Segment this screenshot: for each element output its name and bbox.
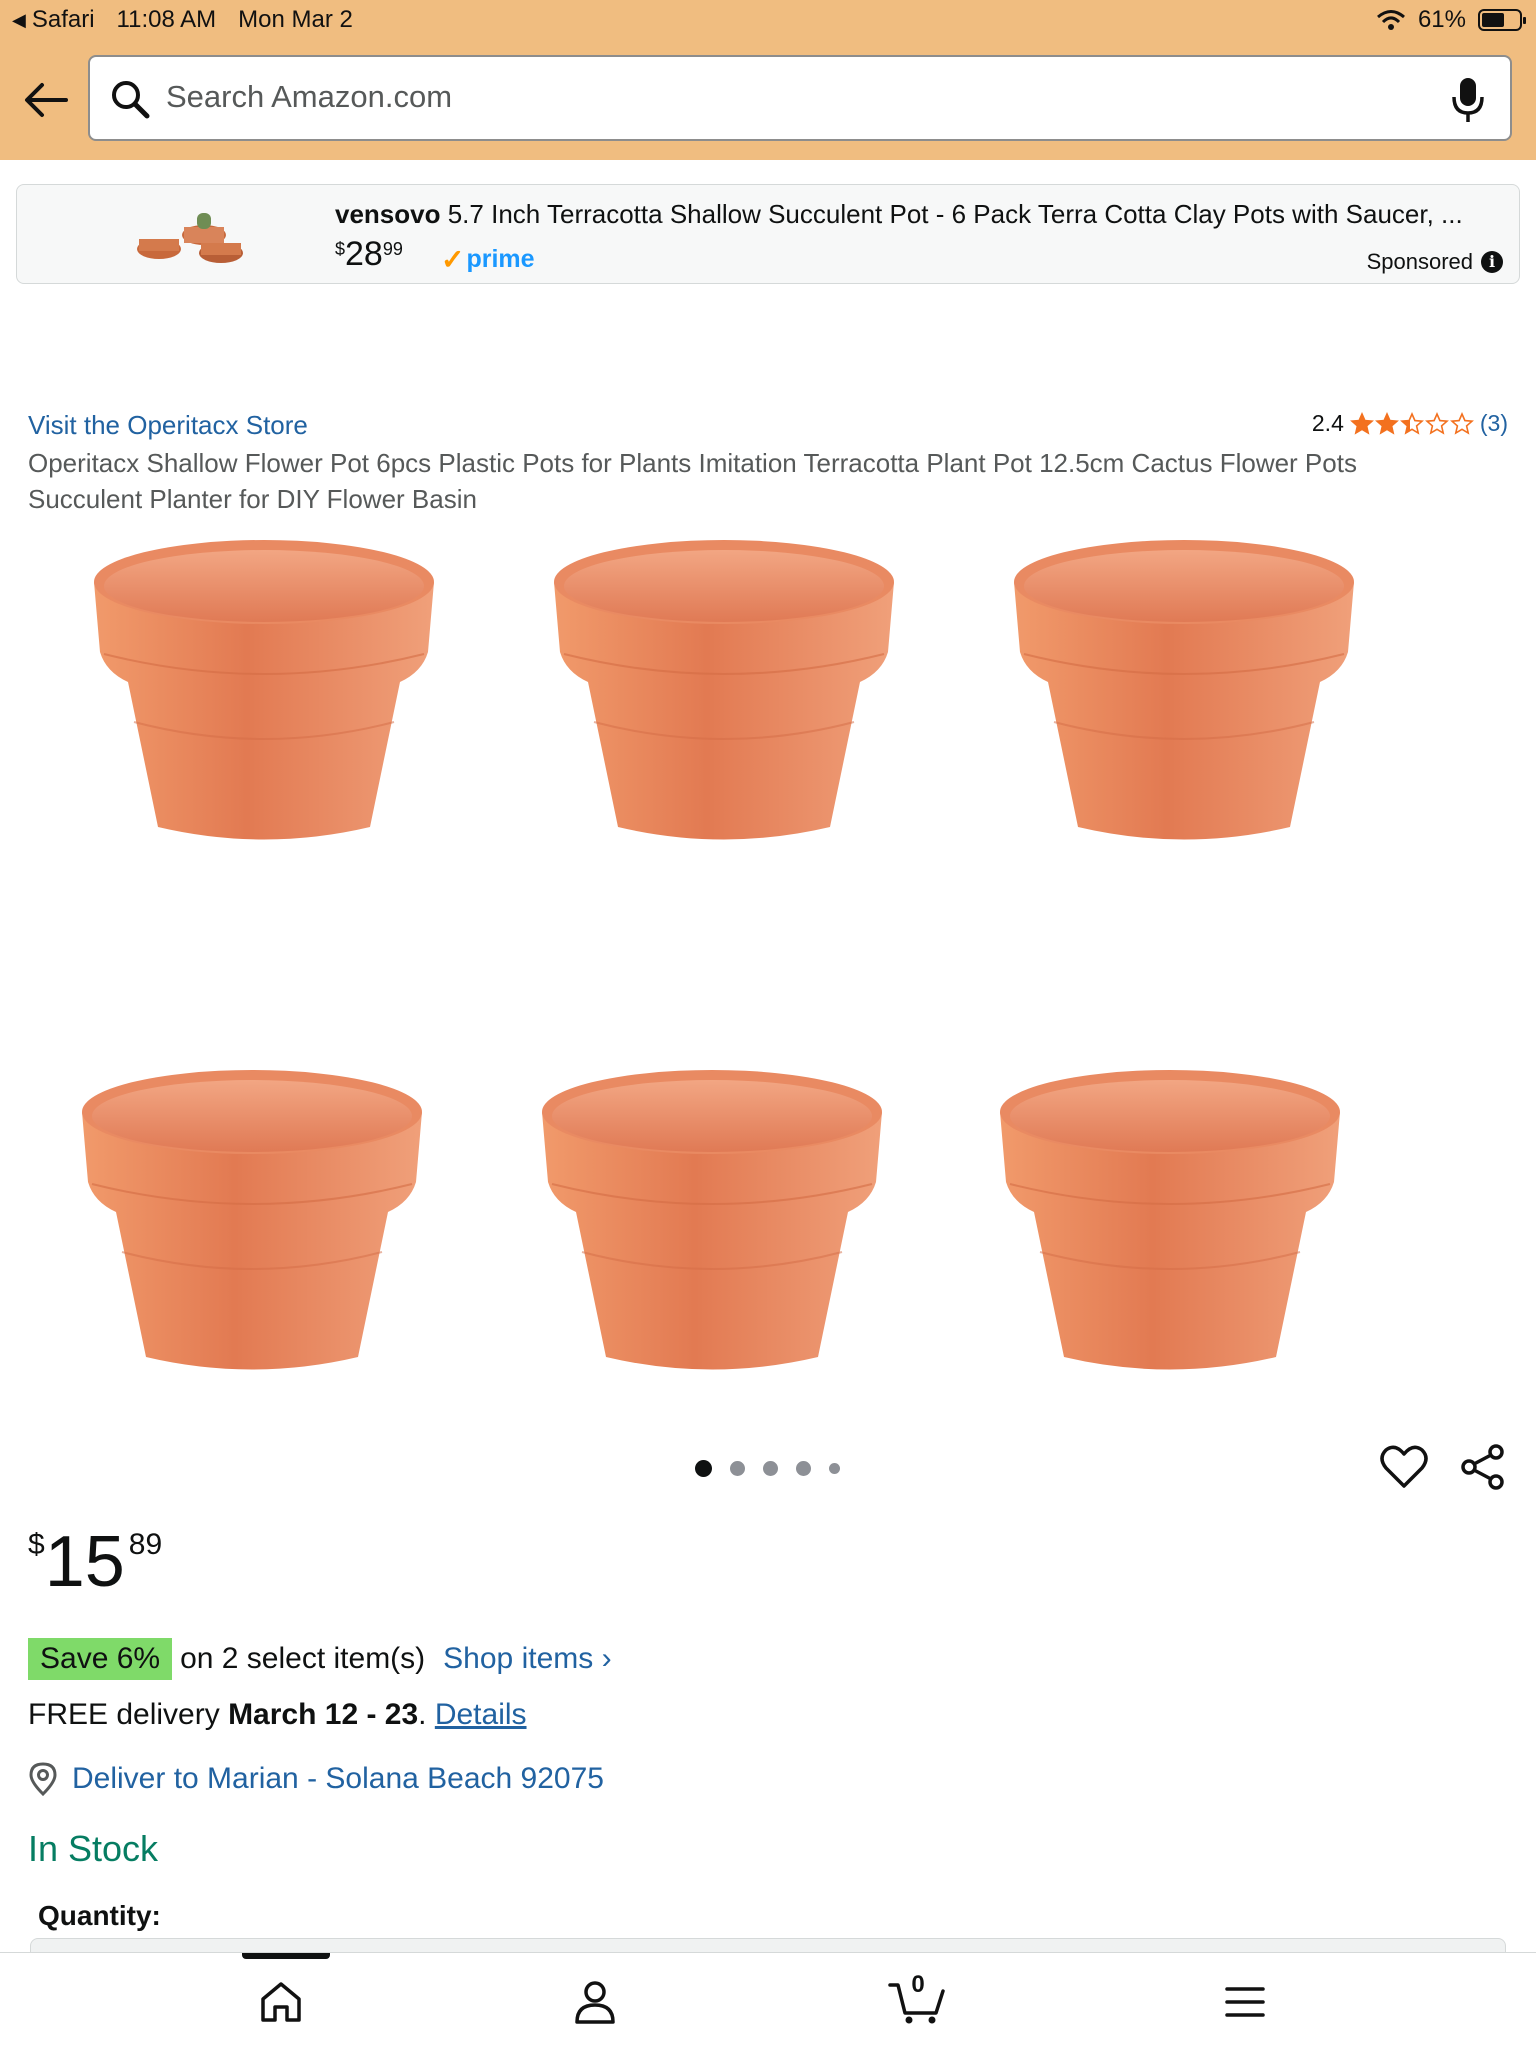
ad-price-whole: 28 bbox=[345, 235, 383, 273]
bottom-tab-bar: 0 bbox=[0, 1952, 1536, 2048]
back-arrow-icon[interactable] bbox=[22, 80, 68, 120]
ad-price: $ 28 99 bbox=[335, 235, 403, 274]
store-link[interactable]: Visit the Operitacx Store bbox=[28, 410, 308, 441]
star-icon bbox=[1399, 411, 1424, 435]
promo-text: on 2 select item(s) bbox=[180, 1642, 426, 1675]
status-bar: ◀ Safari 11:08 AM Mon Mar 2 61% bbox=[0, 0, 1536, 40]
carousel-dot[interactable] bbox=[829, 1463, 840, 1474]
cart-tab[interactable]: 0 bbox=[888, 1971, 948, 2025]
prime-check-icon: ✓ bbox=[441, 244, 465, 275]
ad-price-fraction: 99 bbox=[382, 239, 403, 259]
ad-product-thumbnail bbox=[137, 213, 243, 263]
pot-image-4 bbox=[81, 1069, 423, 1371]
rating-count[interactable]: (3) bbox=[1480, 410, 1508, 437]
search-icon bbox=[112, 81, 150, 119]
pot-image-2 bbox=[553, 539, 895, 841]
delivery-dates: March 12 - 23 bbox=[228, 1698, 419, 1731]
back-app-label: Safari bbox=[31, 6, 95, 33]
wifi-icon bbox=[1376, 10, 1405, 30]
deliver-to-location[interactable]: Deliver to Marian - Solana Beach 92075 bbox=[28, 1762, 604, 1796]
carousel-dot[interactable] bbox=[730, 1461, 745, 1476]
price-whole: 15 bbox=[44, 1522, 125, 1602]
star-icon bbox=[1349, 411, 1374, 435]
delivery-info: FREE delivery March 12 - 23. Details bbox=[28, 1698, 527, 1732]
account-icon[interactable] bbox=[572, 1979, 618, 2025]
back-triangle-icon: ◀ bbox=[12, 9, 26, 30]
battery-icon bbox=[1478, 9, 1526, 31]
home-icon[interactable] bbox=[258, 1979, 304, 2025]
status-time: 11:08 AM bbox=[116, 6, 217, 33]
status-right: 61% bbox=[1376, 6, 1526, 34]
delivery-separator: . bbox=[418, 1698, 435, 1731]
product-price: $ 15 89 bbox=[28, 1520, 162, 1604]
shop-items-link[interactable]: Shop items › bbox=[443, 1642, 611, 1676]
save-badge: Save 6% bbox=[28, 1638, 173, 1680]
cart-count: 0 bbox=[911, 1971, 925, 1998]
prime-badge: ✓ prime bbox=[441, 243, 535, 276]
search-input[interactable]: Search Amazon.com bbox=[166, 79, 452, 115]
promo-row: Save 6% on 2 select item(s) Shop items › bbox=[28, 1638, 612, 1680]
carousel-dot[interactable] bbox=[763, 1461, 778, 1476]
deliver-to-text: Deliver to Marian - Solana Beach 92075 bbox=[72, 1762, 604, 1795]
product-image[interactable] bbox=[60, 530, 1476, 1410]
availability-status: In Stock bbox=[28, 1828, 159, 1869]
ad-title[interactable]: vensovo 5.7 Inch Terracotta Shallow Succ… bbox=[335, 199, 1495, 230]
share-icon[interactable] bbox=[1460, 1444, 1506, 1490]
rating-value: 2.4 bbox=[1311, 410, 1344, 436]
info-icon[interactable]: i bbox=[1481, 251, 1503, 273]
battery-percent: 61% bbox=[1417, 6, 1466, 33]
sponsored-text: Sponsored bbox=[1366, 249, 1473, 274]
menu-icon[interactable] bbox=[1222, 1979, 1268, 2025]
pot-image-5 bbox=[541, 1069, 883, 1371]
heart-icon[interactable] bbox=[1380, 1444, 1428, 1490]
search-bar[interactable]: Search Amazon.com bbox=[88, 55, 1512, 141]
microphone-icon[interactable] bbox=[1450, 75, 1486, 125]
star-icon bbox=[1424, 411, 1449, 435]
header: ◀ Safari 11:08 AM Mon Mar 2 61% Search A… bbox=[0, 0, 1536, 160]
status-date: Mon Mar 2 bbox=[238, 6, 353, 33]
image-carousel-dots[interactable] bbox=[695, 1460, 840, 1477]
active-tab-indicator bbox=[242, 1953, 330, 1959]
carousel-dot[interactable] bbox=[695, 1460, 712, 1477]
location-pin-icon bbox=[29, 1762, 57, 1796]
ad-brand: vensovo bbox=[335, 199, 441, 229]
pot-image-6 bbox=[999, 1069, 1341, 1371]
ad-title-text: 5.7 Inch Terracotta Shallow Succulent Po… bbox=[440, 199, 1463, 229]
quantity-label: Quantity: bbox=[38, 1900, 161, 1931]
status-left: ◀ Safari 11:08 AM Mon Mar 2 bbox=[12, 6, 353, 34]
star-icon bbox=[1449, 411, 1474, 435]
carousel-dot[interactable] bbox=[796, 1461, 811, 1476]
ad-price-symbol: $ bbox=[335, 239, 346, 259]
product-rating[interactable]: 2.4 (3) bbox=[1312, 410, 1508, 437]
price-symbol: $ bbox=[28, 1528, 45, 1561]
star-icon bbox=[1374, 411, 1399, 435]
price-fraction: 89 bbox=[128, 1528, 163, 1561]
pot-image-3 bbox=[1013, 539, 1355, 841]
sponsored-ad[interactable]: vensovo 5.7 Inch Terracotta Shallow Succ… bbox=[16, 184, 1520, 284]
rating-stars bbox=[1349, 411, 1474, 436]
prime-label: prime bbox=[466, 245, 535, 273]
delivery-details-link[interactable]: Details bbox=[435, 1698, 527, 1731]
delivery-prefix: FREE delivery bbox=[28, 1698, 229, 1731]
back-to-safari[interactable]: ◀ Safari bbox=[12, 6, 95, 34]
sponsored-label[interactable]: Sponsored i bbox=[1367, 249, 1503, 275]
pot-image-1 bbox=[93, 539, 435, 841]
product-title: Operitacx Shallow Flower Pot 6pcs Plasti… bbox=[28, 448, 1357, 514]
